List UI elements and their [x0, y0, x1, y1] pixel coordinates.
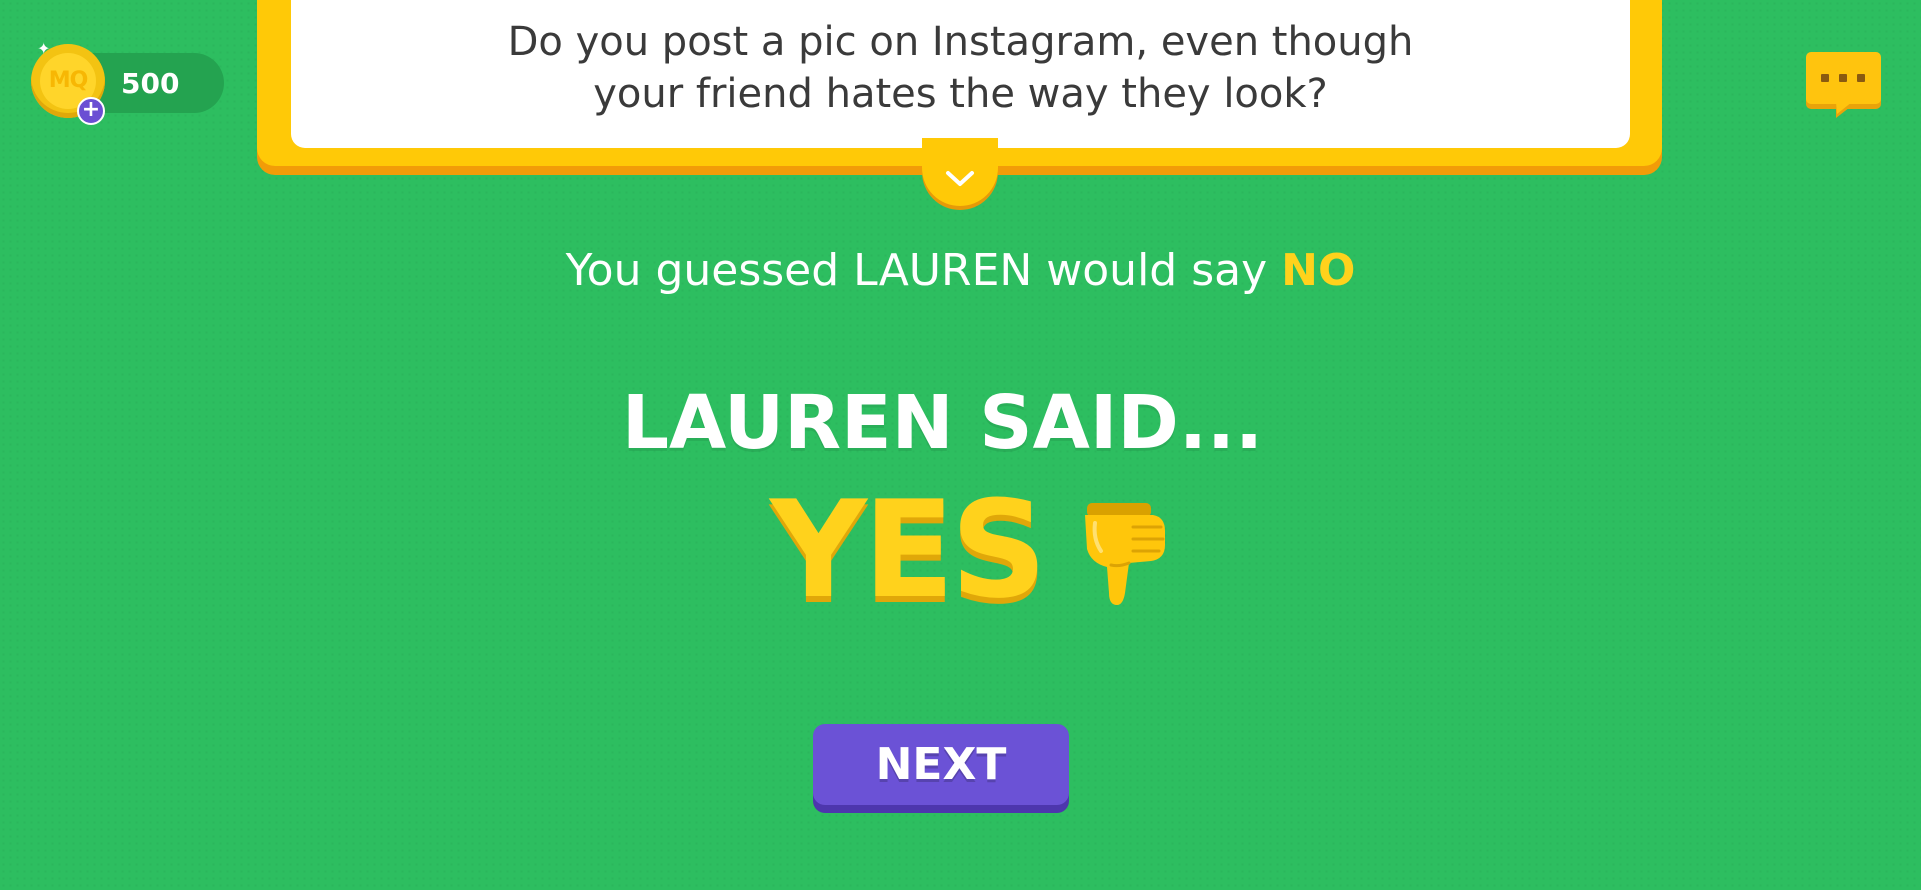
guess-prefix: You guessed LAUREN would say: [565, 245, 1282, 296]
chat-button[interactable]: [1806, 52, 1883, 120]
guess-answer: NO: [1281, 245, 1356, 296]
expand-question-button[interactable]: [922, 138, 998, 206]
question-text: Do you post a pic on Instagram, even tho…: [507, 19, 1414, 117]
thumbs-down-icon: [1085, 503, 1166, 605]
said-heading: LAUREN SAID...: [621, 380, 1264, 466]
sparkle-icon: ✦: [37, 39, 51, 58]
plus-icon[interactable]: +: [77, 97, 105, 125]
actual-answer: YES: [770, 472, 1047, 628]
chat-bubble-icon: [1806, 52, 1881, 118]
actual-answer-row: YES: [770, 480, 1173, 620]
guess-summary: You guessed LAUREN would say NO: [0, 240, 1921, 302]
chevron-down-icon: [946, 171, 974, 186]
next-button[interactable]: NEXT: [813, 724, 1069, 805]
coin-count: 500: [121, 67, 180, 100]
question-card: Do you post a pic on Instagram, even tho…: [291, 0, 1630, 148]
